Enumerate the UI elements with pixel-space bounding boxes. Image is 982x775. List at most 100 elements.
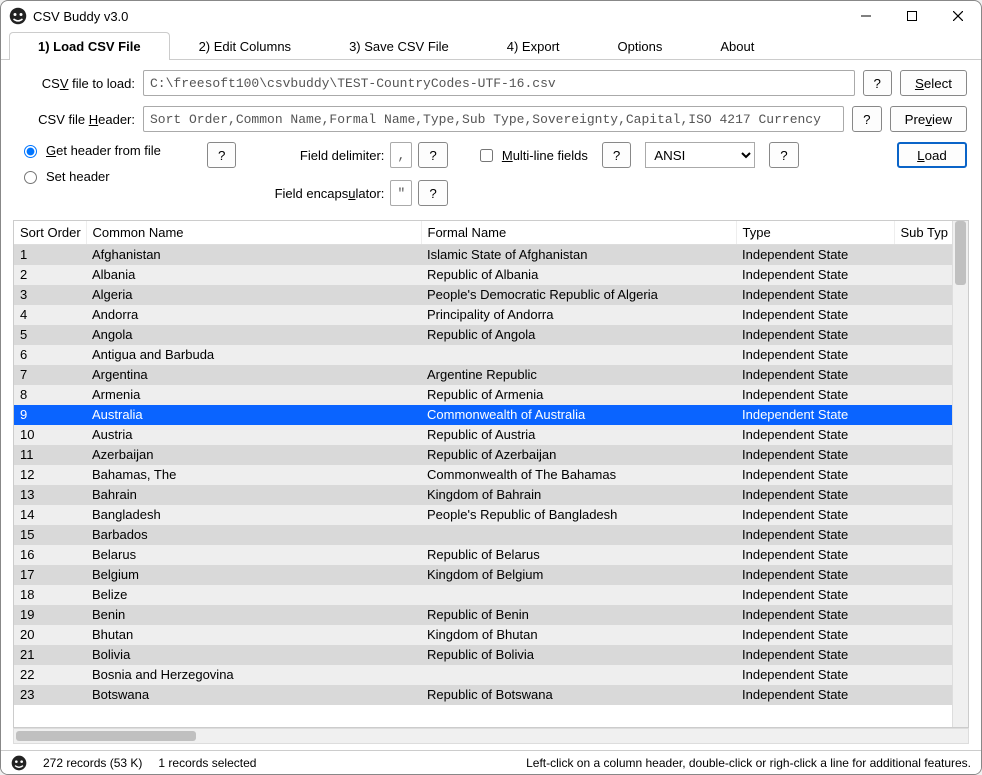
app-icon [9, 7, 27, 25]
delimiter-help-button[interactable]: ? [418, 142, 447, 168]
cell: 8 [14, 385, 86, 405]
get-header-radio[interactable]: Get header from file [19, 142, 189, 158]
col-sort-order[interactable]: Sort Order [14, 221, 86, 245]
cell: 5 [14, 325, 86, 345]
field-delimiter-label: Field delimiter: [254, 148, 384, 163]
set-header-radio[interactable]: Set header [19, 168, 189, 184]
cell: Principality of Andorra [421, 305, 736, 325]
cell [894, 565, 952, 585]
vertical-scrollbar-thumb[interactable] [955, 221, 966, 285]
table-row[interactable]: 1AfghanistanIslamic State of Afghanistan… [14, 245, 952, 265]
table-row[interactable]: 21BoliviaRepublic of BoliviaIndependent … [14, 645, 952, 665]
table-row[interactable]: 8ArmeniaRepublic of ArmeniaIndependent S… [14, 385, 952, 405]
cell: Afghanistan [86, 245, 421, 265]
table-row[interactable]: 18BelizeIndependent State [14, 585, 952, 605]
maximize-button[interactable] [889, 1, 935, 31]
table-row[interactable]: 16BelarusRepublic of BelarusIndependent … [14, 545, 952, 565]
cell: Botswana [86, 685, 421, 705]
table-row[interactable]: 3AlgeriaPeople's Democratic Republic of … [14, 285, 952, 305]
cell: 12 [14, 465, 86, 485]
load-button[interactable]: Load [897, 142, 967, 168]
table-row[interactable]: 14BangladeshPeople's Republic of Banglad… [14, 505, 952, 525]
col-sub-type[interactable]: Sub Typ [894, 221, 952, 245]
horizontal-scrollbar[interactable] [13, 728, 969, 744]
multiline-checkbox-input[interactable] [480, 149, 493, 162]
cell: Republic of Angola [421, 325, 736, 345]
col-common-name[interactable]: Common Name [86, 221, 421, 245]
table-row[interactable]: 4AndorraPrincipality of AndorraIndepende… [14, 305, 952, 325]
col-formal-name[interactable]: Formal Name [421, 221, 736, 245]
cell: Independent State [736, 625, 894, 645]
cell: 18 [14, 585, 86, 605]
tab-options[interactable]: Options [589, 32, 692, 60]
field-delimiter-input[interactable] [390, 142, 412, 168]
cell: Republic of Belarus [421, 545, 736, 565]
multiline-checkbox[interactable]: Multi-line fields [476, 146, 588, 165]
select-button[interactable]: Select [900, 70, 967, 96]
table-row[interactable]: 7ArgentinaArgentine RepublicIndependent … [14, 365, 952, 385]
cell [894, 465, 952, 485]
minimize-button[interactable] [843, 1, 889, 31]
horizontal-scrollbar-thumb[interactable] [16, 731, 196, 741]
table-row[interactable]: 6Antigua and BarbudaIndependent State [14, 345, 952, 365]
table-row[interactable]: 13BahrainKingdom of BahrainIndependent S… [14, 485, 952, 505]
cell: Islamic State of Afghanistan [421, 245, 736, 265]
cell: Algeria [86, 285, 421, 305]
cell: Bhutan [86, 625, 421, 645]
table-row[interactable]: 17BelgiumKingdom of BelgiumIndependent S… [14, 565, 952, 585]
cell: Kingdom of Bhutan [421, 625, 736, 645]
encoding-select[interactable]: ANSI [645, 142, 755, 168]
close-button[interactable] [935, 1, 981, 31]
field-encapsulator-input[interactable] [390, 180, 412, 206]
table-row[interactable]: 15BarbadosIndependent State [14, 525, 952, 545]
cell: Republic of Azerbaijan [421, 445, 736, 465]
table-row[interactable]: 9AustraliaCommonwealth of AustraliaIndep… [14, 405, 952, 425]
cell: Armenia [86, 385, 421, 405]
tab-edit[interactable]: 2) Edit Columns [170, 32, 320, 60]
cell: Independent State [736, 425, 894, 445]
vertical-scrollbar[interactable] [952, 221, 968, 727]
table-row[interactable]: 2AlbaniaRepublic of AlbaniaIndependent S… [14, 265, 952, 285]
cell: Bangladesh [86, 505, 421, 525]
table-row[interactable]: 12Bahamas, TheCommonwealth of The Bahama… [14, 465, 952, 485]
col-type[interactable]: Type [736, 221, 894, 245]
cell [894, 665, 952, 685]
table-row[interactable]: 23BotswanaRepublic of BotswanaIndependen… [14, 685, 952, 705]
header-mode-help-button[interactable]: ? [207, 142, 236, 168]
set-header-radio-input[interactable] [24, 171, 37, 184]
cell: Independent State [736, 305, 894, 325]
tab-load[interactable]: 1) Load CSV File [9, 32, 170, 60]
table-row[interactable]: 19BeninRepublic of BeninIndependent Stat… [14, 605, 952, 625]
cell: Independent State [736, 345, 894, 365]
file-help-button[interactable]: ? [863, 70, 892, 96]
cell: Republic of Benin [421, 605, 736, 625]
tab-about[interactable]: About [691, 32, 783, 60]
cell: 23 [14, 685, 86, 705]
selected-count: 1 records selected [158, 756, 256, 770]
header-help-button[interactable]: ? [852, 106, 881, 132]
table-row[interactable]: 22Bosnia and HerzegovinaIndependent Stat… [14, 665, 952, 685]
tab-save[interactable]: 3) Save CSV File [320, 32, 478, 60]
encapsulator-help-button[interactable]: ? [418, 180, 447, 206]
cell [894, 245, 952, 265]
table-row[interactable]: 11AzerbaijanRepublic of AzerbaijanIndepe… [14, 445, 952, 465]
cell [894, 525, 952, 545]
table-row[interactable]: 20BhutanKingdom of BhutanIndependent Sta… [14, 625, 952, 645]
table-row[interactable]: 10AustriaRepublic of AustriaIndependent … [14, 425, 952, 445]
file-path-input[interactable] [143, 70, 855, 96]
column-header-row: Sort Order Common Name Formal Name Type … [14, 221, 952, 245]
preview-button[interactable]: Preview [890, 106, 967, 132]
cell [894, 405, 952, 425]
header-input[interactable] [143, 106, 844, 132]
encoding-help-button[interactable]: ? [769, 142, 798, 168]
cell: Independent State [736, 265, 894, 285]
tab-export[interactable]: 4) Export [478, 32, 589, 60]
cell: Australia [86, 405, 421, 425]
cell [421, 345, 736, 365]
table-row[interactable]: 5AngolaRepublic of AngolaIndependent Sta… [14, 325, 952, 345]
get-header-radio-input[interactable] [24, 145, 37, 158]
multiline-help-button[interactable]: ? [602, 142, 631, 168]
data-grid: Sort Order Common Name Formal Name Type … [13, 220, 969, 728]
cell: Kingdom of Bahrain [421, 485, 736, 505]
cell [421, 525, 736, 545]
